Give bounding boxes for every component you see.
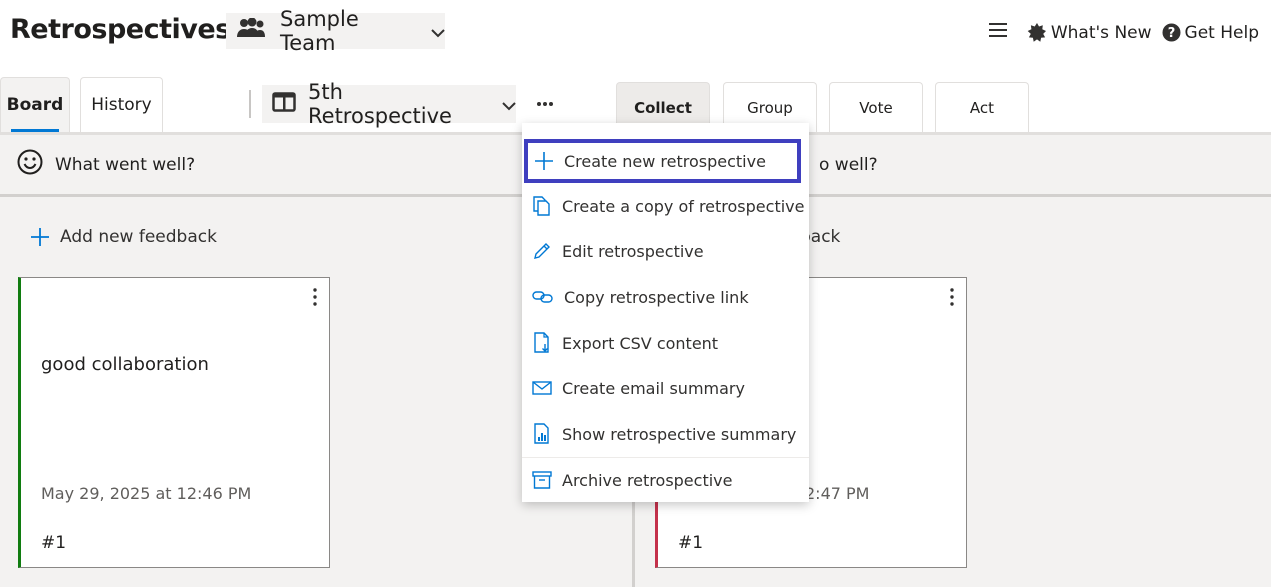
- plus-icon: [535, 152, 553, 170]
- phase-tab-act[interactable]: Act: [935, 82, 1029, 132]
- tab-board[interactable]: Board: [0, 77, 70, 132]
- team-icon: [236, 17, 266, 45]
- phase-tab-vote[interactable]: Vote: [829, 82, 923, 132]
- menu-item-label: Create new retrospective: [564, 151, 766, 171]
- pencil-icon: [534, 243, 550, 259]
- whats-new-button[interactable]: What's New: [1027, 22, 1152, 43]
- menu-item-label: Export CSV content: [562, 333, 719, 353]
- hamburger-menu-icon[interactable]: [988, 22, 1007, 43]
- tab-history-label: History: [91, 95, 152, 115]
- menu-item-label: Create email summary: [562, 378, 745, 398]
- menu-item-show-summary[interactable]: Show retrospective summary: [522, 412, 809, 456]
- report-icon: [534, 423, 549, 444]
- divider: [249, 90, 251, 118]
- export-file-icon: [534, 332, 549, 353]
- card-timestamp: May 29, 2025 at 12:46 PM: [41, 484, 252, 503]
- card-menu-icon[interactable]: [950, 288, 954, 310]
- copy-icon: [533, 196, 550, 216]
- card-menu-icon[interactable]: [313, 288, 317, 310]
- starburst-icon: [1027, 22, 1046, 42]
- column-title: What went well?: [55, 154, 196, 175]
- menu-item-copy-retrospective[interactable]: Create a copy of retrospective: [522, 184, 809, 228]
- menu-item-create-new-retrospective[interactable]: Create new retrospective: [524, 139, 801, 183]
- menu-item-label: Show retrospective summary: [562, 424, 797, 444]
- chevron-down-icon: [502, 92, 516, 116]
- smiley-icon: [17, 149, 43, 180]
- add-feedback-button[interactable]: Add new feedback: [30, 227, 217, 247]
- card-number: #1: [678, 533, 704, 553]
- team-selector[interactable]: Sample Team: [226, 7, 445, 55]
- menu-item-copy-link[interactable]: Copy retrospective link: [522, 275, 809, 319]
- menu-item-archive-retrospective[interactable]: Archive retrospective: [522, 458, 809, 502]
- board-layout-icon: [272, 91, 296, 117]
- feedback-card[interactable]: good collaboration May 29, 2025 at 12:46…: [18, 277, 330, 568]
- get-help-button[interactable]: ? Get Help: [1162, 23, 1259, 43]
- app-title: Retrospectives: [10, 14, 231, 45]
- menu-item-email-summary[interactable]: Create email summary: [522, 366, 809, 410]
- card-number: #1: [41, 533, 67, 553]
- get-help-label: Get Help: [1184, 22, 1259, 43]
- menu-item-label: Archive retrospective: [562, 470, 733, 490]
- team-name: Sample Team: [280, 7, 359, 55]
- column-title: o well?: [819, 154, 878, 175]
- ellipsis-icon: [537, 102, 553, 106]
- whats-new-label: What's New: [1050, 22, 1152, 43]
- help-icon: ?: [1162, 23, 1181, 42]
- more-options-button[interactable]: [533, 92, 557, 116]
- tab-history[interactable]: History: [80, 77, 163, 132]
- retrospective-name: 5th Retrospective: [308, 80, 452, 128]
- menu-item-label: Edit retrospective: [562, 241, 704, 261]
- retrospective-selector[interactable]: 5th Retrospective: [262, 80, 516, 128]
- link-icon: [532, 291, 553, 303]
- menu-item-export-csv[interactable]: Export CSV content: [522, 321, 809, 365]
- card-timestamp: 2:47 PM: [805, 484, 870, 503]
- chevron-down-icon: [431, 19, 445, 43]
- add-feedback-label: Add new feedback: [60, 227, 217, 247]
- tab-board-label: Board: [6, 95, 64, 115]
- menu-item-edit-retrospective[interactable]: Edit retrospective: [522, 229, 809, 273]
- mail-icon: [532, 381, 552, 395]
- retrospective-options-menu: Create new retrospective Create a copy o…: [522, 123, 809, 502]
- menu-item-label: Create a copy of retrospective: [562, 196, 805, 216]
- archive-icon: [532, 471, 552, 489]
- svg-text:?: ?: [1167, 26, 1175, 41]
- menu-item-label: Copy retrospective link: [564, 287, 749, 307]
- card-text: good collaboration: [41, 354, 209, 375]
- plus-icon: [31, 228, 49, 246]
